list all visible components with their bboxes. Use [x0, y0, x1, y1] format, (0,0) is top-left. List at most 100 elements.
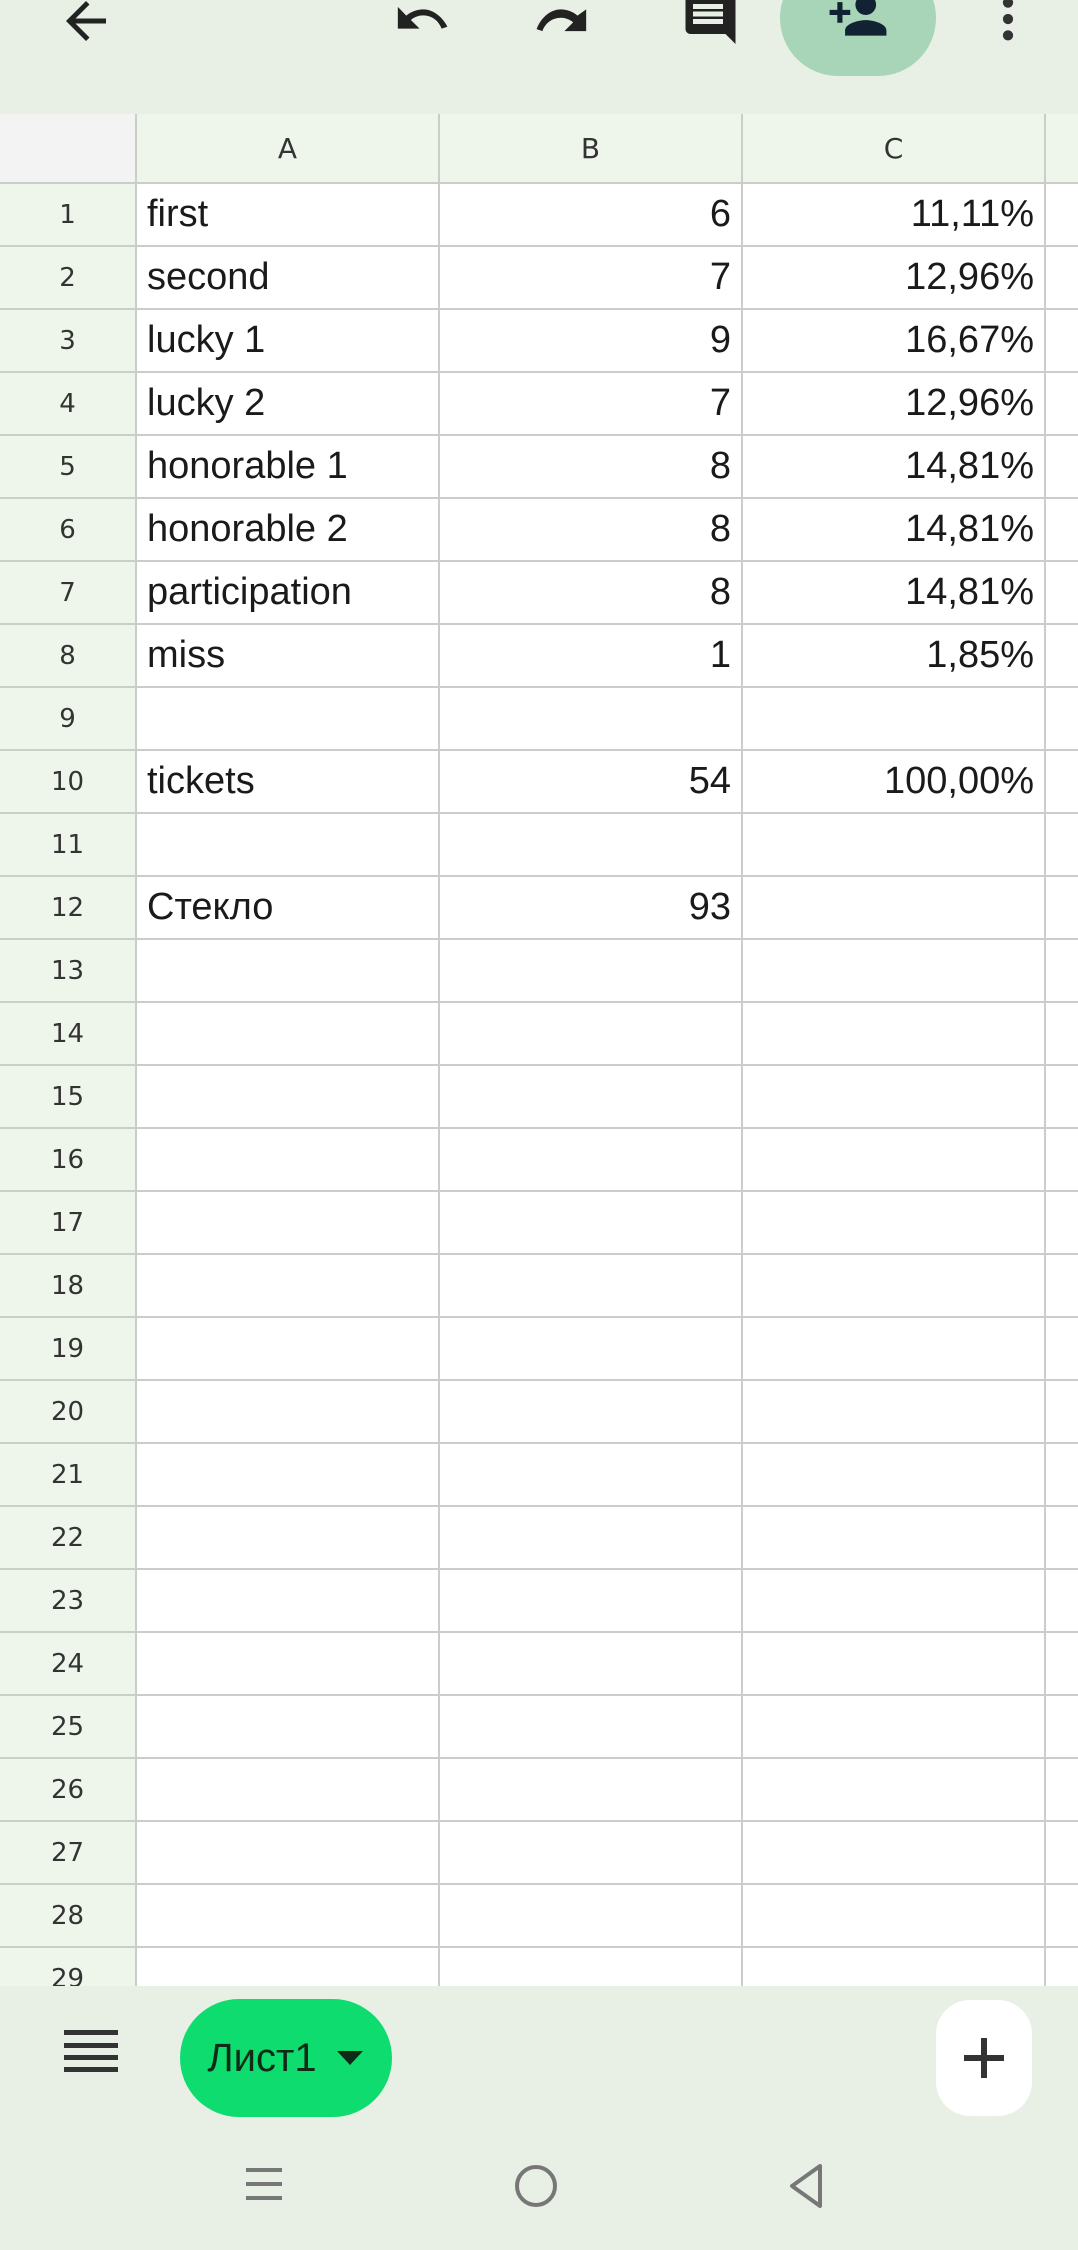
cell-d[interactable]: [1046, 814, 1078, 877]
cell-c[interactable]: [743, 1570, 1046, 1633]
cell-b[interactable]: [440, 1759, 743, 1822]
undo-button[interactable]: [384, 0, 460, 54]
cell-b[interactable]: [440, 1318, 743, 1381]
cell-b[interactable]: [440, 1129, 743, 1192]
cell-d[interactable]: [1046, 499, 1078, 562]
cell-d[interactable]: [1046, 1003, 1078, 1066]
cell-c[interactable]: 14,81%: [743, 499, 1046, 562]
cell-c[interactable]: [743, 1129, 1046, 1192]
row-header[interactable]: 22: [0, 1507, 137, 1570]
cell-d[interactable]: [1046, 625, 1078, 688]
cell-a[interactable]: [137, 1822, 440, 1885]
cell-c[interactable]: [743, 1759, 1046, 1822]
cell-b[interactable]: [440, 1192, 743, 1255]
row-header[interactable]: 19: [0, 1318, 137, 1381]
cell-d[interactable]: [1046, 1885, 1078, 1948]
cell-a[interactable]: [137, 1444, 440, 1507]
cell-b[interactable]: [440, 1003, 743, 1066]
row-header[interactable]: 16: [0, 1129, 137, 1192]
cell-d[interactable]: [1046, 940, 1078, 1003]
row-header[interactable]: 2: [0, 247, 137, 310]
cell-d[interactable]: [1046, 1129, 1078, 1192]
cell-a[interactable]: [137, 1696, 440, 1759]
row-header[interactable]: 14: [0, 1003, 137, 1066]
cell-c[interactable]: [743, 814, 1046, 877]
cell-c[interactable]: [743, 1381, 1046, 1444]
add-sheet-button[interactable]: [936, 2000, 1032, 2116]
cell-c[interactable]: [743, 1318, 1046, 1381]
cell-c[interactable]: 12,96%: [743, 373, 1046, 436]
cell-a[interactable]: [137, 1129, 440, 1192]
cell-a[interactable]: miss: [137, 625, 440, 688]
cell-d[interactable]: [1046, 1696, 1078, 1759]
cell-d[interactable]: [1046, 1381, 1078, 1444]
row-header[interactable]: 8: [0, 625, 137, 688]
cell-d[interactable]: [1046, 1822, 1078, 1885]
cell-a[interactable]: [137, 1507, 440, 1570]
cell-c[interactable]: 1,85%: [743, 625, 1046, 688]
cell-a[interactable]: first: [137, 184, 440, 247]
recents-button[interactable]: [240, 2160, 300, 2220]
cell-a[interactable]: [137, 1759, 440, 1822]
cell-c[interactable]: [743, 1948, 1046, 1986]
row-header[interactable]: 13: [0, 940, 137, 1003]
cell-a[interactable]: [137, 814, 440, 877]
cell-a[interactable]: [137, 1948, 440, 1986]
row-header[interactable]: 28: [0, 1885, 137, 1948]
row-header[interactable]: 21: [0, 1444, 137, 1507]
row-header[interactable]: 20: [0, 1381, 137, 1444]
cell-a[interactable]: [137, 1192, 440, 1255]
row-header[interactable]: 18: [0, 1255, 137, 1318]
cell-b[interactable]: [440, 1507, 743, 1570]
cell-d[interactable]: [1046, 1948, 1078, 1986]
cell-c[interactable]: 14,81%: [743, 562, 1046, 625]
cell-c[interactable]: [743, 1885, 1046, 1948]
cell-d[interactable]: [1046, 1759, 1078, 1822]
cell-c[interactable]: [743, 1633, 1046, 1696]
cell-a[interactable]: lucky 1: [137, 310, 440, 373]
row-header[interactable]: 27: [0, 1822, 137, 1885]
back-button[interactable]: [46, 0, 126, 56]
row-header[interactable]: 11: [0, 814, 137, 877]
cell-c[interactable]: [743, 1255, 1046, 1318]
row-header[interactable]: 3: [0, 310, 137, 373]
cell-b[interactable]: [440, 1633, 743, 1696]
cell-d[interactable]: [1046, 1507, 1078, 1570]
cell-a[interactable]: [137, 1885, 440, 1948]
row-header[interactable]: 15: [0, 1066, 137, 1129]
cell-c[interactable]: [743, 1507, 1046, 1570]
cell-d[interactable]: [1046, 1192, 1078, 1255]
cell-a[interactable]: [137, 1570, 440, 1633]
cell-b[interactable]: [440, 1381, 743, 1444]
cell-b[interactable]: 9: [440, 310, 743, 373]
cell-c[interactable]: [743, 940, 1046, 1003]
cell-a[interactable]: lucky 2: [137, 373, 440, 436]
cell-c[interactable]: [743, 1444, 1046, 1507]
cell-a[interactable]: honorable 2: [137, 499, 440, 562]
cell-a[interactable]: second: [137, 247, 440, 310]
cell-c[interactable]: [743, 1066, 1046, 1129]
column-header-c[interactable]: C: [743, 114, 1046, 184]
cell-b[interactable]: [440, 814, 743, 877]
select-all-corner[interactable]: [0, 114, 137, 184]
cell-b[interactable]: 7: [440, 373, 743, 436]
cell-d[interactable]: [1046, 184, 1078, 247]
cell-d[interactable]: [1046, 1444, 1078, 1507]
cell-a[interactable]: [137, 1381, 440, 1444]
row-header[interactable]: 10: [0, 751, 137, 814]
cell-d[interactable]: [1046, 310, 1078, 373]
cell-d[interactable]: [1046, 877, 1078, 940]
cell-c[interactable]: 12,96%: [743, 247, 1046, 310]
cell-c[interactable]: 100,00%: [743, 751, 1046, 814]
cell-d[interactable]: [1046, 1255, 1078, 1318]
share-button[interactable]: [780, 0, 936, 76]
cell-d[interactable]: [1046, 1570, 1078, 1633]
row-header[interactable]: 29: [0, 1948, 137, 1986]
cell-d[interactable]: [1046, 436, 1078, 499]
cell-d[interactable]: [1046, 688, 1078, 751]
cell-a[interactable]: participation: [137, 562, 440, 625]
cell-a[interactable]: [137, 1318, 440, 1381]
cell-b[interactable]: [440, 1822, 743, 1885]
cell-b[interactable]: 8: [440, 499, 743, 562]
cell-c[interactable]: [743, 1192, 1046, 1255]
